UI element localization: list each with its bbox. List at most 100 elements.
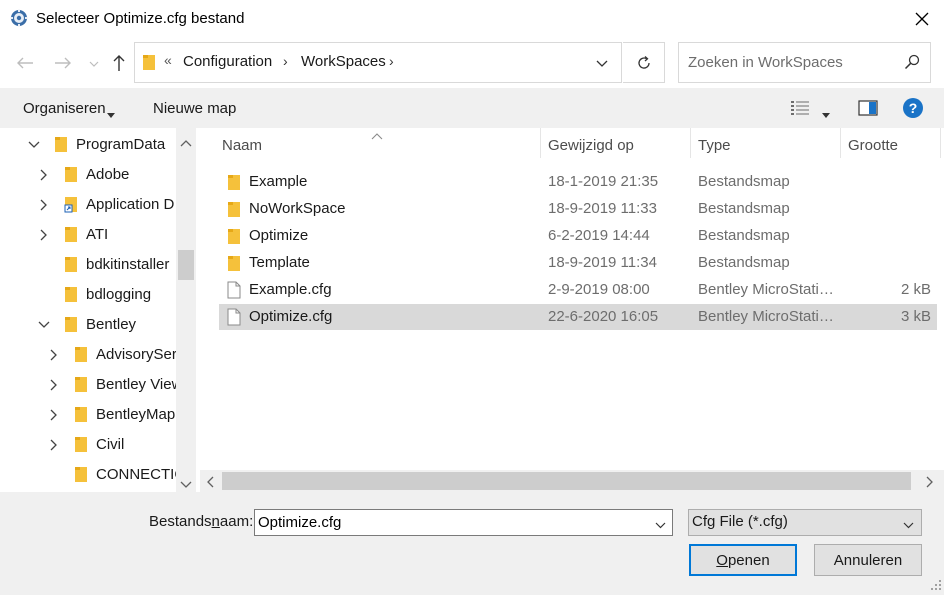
cell-name: Optimize bbox=[249, 227, 309, 244]
new-folder-button[interactable]: Nieuwe map bbox=[153, 100, 236, 117]
column-divider[interactable] bbox=[540, 128, 541, 158]
cancel-button[interactable]: Annuleren bbox=[814, 544, 922, 576]
folder-icon bbox=[74, 345, 88, 367]
close-button[interactable] bbox=[904, 4, 940, 34]
app-gear-icon bbox=[10, 9, 28, 27]
column-header-modified[interactable]: Gewijzigd op bbox=[548, 137, 634, 154]
folder-icon bbox=[142, 53, 156, 71]
search-placeholder[interactable]: Zoeken in WorkSpaces bbox=[688, 54, 843, 71]
column-divider[interactable] bbox=[940, 128, 941, 158]
chevron-left-icon[interactable] bbox=[206, 475, 214, 492]
chevron-up-icon[interactable] bbox=[180, 134, 192, 151]
dialog-footer bbox=[0, 492, 944, 592]
tree-item[interactable]: Adobe bbox=[86, 159, 176, 189]
search-icon[interactable] bbox=[904, 54, 920, 70]
chevron-right-icon[interactable] bbox=[48, 438, 60, 455]
window-title: Selecteer Optimize.cfg bestand bbox=[36, 10, 245, 27]
chevron-right-icon[interactable] bbox=[48, 378, 60, 395]
tree-item-label: bdkitinstaller bbox=[86, 255, 170, 273]
folder-icon bbox=[227, 200, 241, 218]
file-row[interactable]: Optimize.cfg 22-6-2020 16:05 Bentley Micro… bbox=[219, 304, 937, 330]
chevron-right-icon[interactable] bbox=[48, 348, 60, 365]
tree-item[interactable]: ATI bbox=[86, 219, 176, 249]
refresh-icon bbox=[637, 55, 650, 69]
view-options-icon[interactable] bbox=[790, 99, 812, 117]
tree-item[interactable]: Bentley bbox=[86, 309, 176, 339]
tree-item[interactable]: ProgramData bbox=[76, 129, 176, 159]
cell-size: 2 kB bbox=[900, 281, 931, 298]
chevron-right-icon[interactable] bbox=[926, 475, 934, 492]
chevron-down-icon[interactable] bbox=[180, 476, 192, 493]
chevron-right-icon[interactable] bbox=[48, 408, 60, 425]
breadcrumb-workspaces[interactable]: WorkSpaces bbox=[301, 53, 386, 70]
refresh-button[interactable] bbox=[623, 42, 665, 83]
tree-item-label: bdlogging bbox=[86, 285, 152, 303]
column-divider[interactable] bbox=[840, 128, 841, 158]
file-row[interactable]: Example 18-1-2019 21:35 Bestandsmap bbox=[219, 169, 937, 195]
resize-grip-icon[interactable] bbox=[930, 578, 942, 590]
caret-down-icon[interactable] bbox=[822, 105, 830, 122]
folder-icon bbox=[64, 255, 78, 277]
chevron-right-icon[interactable] bbox=[38, 198, 50, 215]
column-divider[interactable] bbox=[690, 128, 691, 158]
recent-locations-button[interactable] bbox=[86, 54, 102, 74]
organize-button[interactable]: Organiseren bbox=[23, 100, 106, 117]
tree-item[interactable]: AdvisorySer bbox=[96, 339, 176, 369]
cell-name: Example bbox=[249, 173, 308, 190]
tree-scrollbar-thumb[interactable] bbox=[178, 250, 194, 280]
up-button[interactable] bbox=[106, 50, 132, 76]
breadcrumb-separator[interactable]: › bbox=[283, 53, 288, 69]
filename-input[interactable] bbox=[254, 509, 673, 536]
caret-down-icon[interactable] bbox=[107, 105, 115, 122]
cell-type: Bestandsmap bbox=[698, 254, 790, 271]
file-type-value[interactable]: Cfg File (*.cfg) bbox=[692, 513, 788, 530]
filename-label-accesskey: n bbox=[211, 513, 220, 530]
chevron-down-icon[interactable] bbox=[655, 516, 666, 533]
sort-ascending-icon bbox=[371, 127, 383, 144]
filename-label: Bestandsnaam: bbox=[149, 513, 253, 530]
folder-icon bbox=[74, 465, 88, 487]
tree-item[interactable]: Application D bbox=[86, 189, 176, 219]
horizontal-scrollbar-thumb[interactable] bbox=[222, 472, 911, 490]
tree-item[interactable]: Civil bbox=[96, 429, 176, 459]
folder-icon bbox=[64, 285, 78, 307]
chevron-right-icon[interactable] bbox=[38, 168, 50, 185]
help-button[interactable]: ? bbox=[903, 98, 923, 118]
tree-scrollbar[interactable] bbox=[176, 128, 196, 492]
tree-item[interactable]: BentleyMap bbox=[96, 399, 176, 429]
tree-item[interactable]: CONNECTIC bbox=[96, 459, 176, 489]
preview-pane-icon[interactable] bbox=[858, 99, 878, 117]
chevron-down-icon[interactable] bbox=[28, 138, 40, 155]
tree-item-label: Civil bbox=[96, 435, 125, 453]
column-header-name[interactable]: Naam bbox=[222, 137, 262, 154]
forward-button[interactable] bbox=[48, 50, 78, 76]
tree-item[interactable]: bdlogging bbox=[86, 279, 176, 309]
breadcrumb-configuration[interactable]: Configuration bbox=[183, 53, 272, 70]
file-row[interactable]: Example.cfg 2-9-2019 08:00 Bentley MicroSt… bbox=[219, 277, 937, 303]
file-row[interactable]: NoWorkSpace 18-9-2019 11:33 Bestandsmap bbox=[219, 196, 937, 222]
back-button[interactable] bbox=[10, 50, 40, 76]
file-row[interactable]: Template 18-9-2019 11:34 Bestandsmap bbox=[219, 250, 937, 276]
column-header-type[interactable]: Type bbox=[698, 137, 731, 154]
folder-icon bbox=[227, 173, 241, 191]
filename-label-part: aam: bbox=[219, 513, 254, 530]
cell-name: NoWorkSpace bbox=[249, 200, 346, 217]
tree-item[interactable]: bdkitinstaller bbox=[86, 249, 176, 279]
breadcrumb-separator[interactable]: › bbox=[389, 53, 394, 69]
chevron-down-icon bbox=[89, 61, 99, 67]
open-button[interactable]: Openen bbox=[689, 544, 797, 576]
chevron-down-icon[interactable] bbox=[903, 516, 914, 533]
column-header-size[interactable]: Grootte bbox=[848, 137, 898, 154]
chevron-right-icon[interactable] bbox=[38, 228, 50, 245]
cell-name: Optimize.cfg bbox=[249, 308, 333, 325]
folder-icon bbox=[54, 135, 68, 157]
folder-icon bbox=[64, 225, 78, 247]
address-overflow[interactable]: « bbox=[164, 52, 172, 68]
address-dropdown-button[interactable] bbox=[590, 52, 614, 74]
cell-type: Bestandsmap bbox=[698, 227, 790, 244]
chevron-down-icon[interactable] bbox=[38, 318, 50, 335]
cell-modified: 18-9-2019 11:34 bbox=[548, 254, 657, 271]
file-row[interactable]: Optimize 6-2-2019 14:44 Bestandsmap bbox=[219, 223, 937, 249]
cell-modified: 18-1-2019 21:35 bbox=[548, 173, 659, 190]
tree-item[interactable]: Bentley View bbox=[96, 369, 176, 399]
